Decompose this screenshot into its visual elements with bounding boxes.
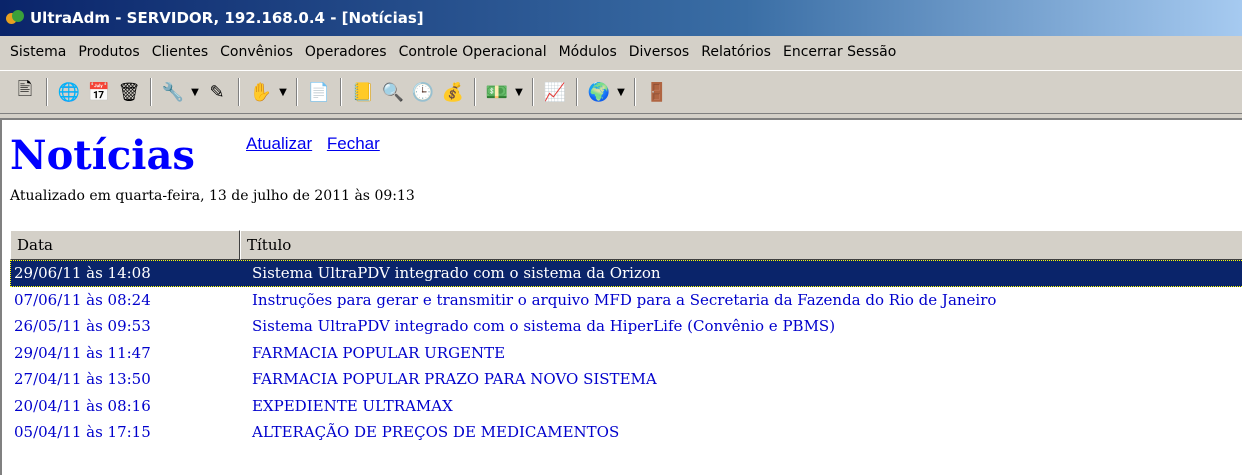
column-header-title[interactable]: Título bbox=[240, 230, 1242, 260]
table-row[interactable]: 26/05/11 às 09:53 Sistema UltraPDV integ… bbox=[10, 313, 1242, 340]
register-icon[interactable]: 🖹 bbox=[11, 78, 39, 106]
network-icon[interactable]: 🌍 bbox=[585, 78, 613, 106]
toolbar: 🖹 🌐 📅 🗑 🔧 ▼ ✎ ✋ ▼ 📄 📒 🔍 🕒 💰 💵 ▼ 📈 🌍 ▼ 🚪 bbox=[0, 70, 1242, 114]
trash-icon[interactable]: 🗑 bbox=[115, 78, 143, 106]
toolbar-separator bbox=[532, 78, 534, 106]
app-icon bbox=[6, 9, 24, 27]
window-title-bar[interactable]: UltraAdm - SERVIDOR, 192.168.0.4 - [Notí… bbox=[0, 0, 1242, 36]
cashier-icon[interactable]: 💰 bbox=[439, 78, 467, 106]
menu-modulos[interactable]: Módulos bbox=[553, 44, 623, 60]
toolbar-separator bbox=[296, 78, 298, 106]
menu-relatorios[interactable]: Relatórios bbox=[695, 44, 777, 60]
toolbar-separator bbox=[150, 78, 152, 106]
row-date: 29/06/11 às 14:08 bbox=[14, 264, 151, 283]
clock-icon[interactable]: 🕒 bbox=[409, 78, 437, 106]
money-icon[interactable]: 💵 bbox=[483, 78, 511, 106]
table-row[interactable]: 20/04/11 às 08:16 EXPEDIENTE ULTRAMAX bbox=[10, 393, 1242, 420]
toolbar-separator bbox=[340, 78, 342, 106]
menu-encerrar-sessao[interactable]: Encerrar Sessão bbox=[777, 44, 902, 60]
row-title: FARMACIA POPULAR URGENTE bbox=[252, 343, 506, 362]
toolbar-separator bbox=[634, 78, 636, 106]
menu-operadores[interactable]: Operadores bbox=[299, 44, 393, 60]
row-title: Sistema UltraPDV integrado com o sistema… bbox=[252, 264, 661, 283]
row-date: 29/04/11 às 11:47 bbox=[14, 343, 151, 362]
chevron-down-icon[interactable]: ▼ bbox=[512, 87, 526, 98]
edit-icon[interactable]: ✎ bbox=[203, 78, 231, 106]
toolbar-separator bbox=[576, 78, 578, 106]
menu-convenios[interactable]: Convênios bbox=[214, 44, 299, 60]
chart-icon[interactable]: 📈 bbox=[541, 78, 569, 106]
row-title: FARMACIA POPULAR PRAZO PARA NOVO SISTEMA bbox=[252, 370, 657, 389]
last-updated-text: Atualizado em quarta-feira, 13 de julho … bbox=[10, 188, 415, 204]
column-header-date[interactable]: Data bbox=[10, 230, 240, 260]
row-date: 05/04/11 às 17:15 bbox=[14, 423, 151, 442]
row-title: ALTERAÇÃO DE PREÇOS DE MEDICAMENTOS bbox=[252, 423, 620, 442]
row-title: Instruções para gerar e transmitir o arq… bbox=[252, 290, 997, 309]
news-table: Data Título 29/06/11 às 14:08 Sistema Ul… bbox=[10, 230, 1242, 446]
news-content-area: Notícias Atualizar Fechar Atualizado em … bbox=[0, 118, 1242, 475]
hand-icon[interactable]: ✋ bbox=[247, 78, 275, 106]
row-title: Sistema UltraPDV integrado com o sistema… bbox=[252, 317, 836, 336]
chevron-down-icon[interactable]: ▼ bbox=[614, 87, 628, 98]
chevron-down-icon[interactable]: ▼ bbox=[188, 87, 202, 98]
menu-sistema[interactable]: Sistema bbox=[4, 44, 72, 60]
search-icon[interactable]: 🔍 bbox=[379, 78, 407, 106]
table-row[interactable]: 05/04/11 às 17:15 ALTERAÇÃO DE PREÇOS DE… bbox=[10, 419, 1242, 446]
globe-icon[interactable]: 🌐 bbox=[55, 78, 83, 106]
row-date: 26/05/11 às 09:53 bbox=[14, 317, 151, 336]
row-date: 20/04/11 às 08:16 bbox=[14, 396, 151, 415]
tools-icon[interactable]: 🔧 bbox=[159, 78, 187, 106]
menu-diversos[interactable]: Diversos bbox=[623, 44, 695, 60]
menu-bar: Sistema Produtos Clientes Convênios Oper… bbox=[0, 36, 1242, 68]
menu-produtos[interactable]: Produtos bbox=[72, 44, 145, 60]
chevron-down-icon[interactable]: ▼ bbox=[276, 87, 290, 98]
document-icon[interactable]: 📄 bbox=[305, 78, 333, 106]
toolbar-separator bbox=[46, 78, 48, 106]
toolbar-separator bbox=[238, 78, 240, 106]
menu-clientes[interactable]: Clientes bbox=[146, 44, 214, 60]
exit-icon[interactable]: 🚪 bbox=[643, 78, 671, 106]
page-links: Atualizar Fechar bbox=[246, 134, 390, 154]
close-link[interactable]: Fechar bbox=[327, 134, 380, 153]
row-date: 07/06/11 às 08:24 bbox=[14, 290, 151, 309]
row-title: EXPEDIENTE ULTRAMAX bbox=[252, 396, 453, 415]
calendar-icon[interactable]: 📅 bbox=[85, 78, 113, 106]
table-header: Data Título bbox=[10, 230, 1242, 260]
table-row[interactable]: 07/06/11 às 08:24 Instruções para gerar … bbox=[10, 287, 1242, 314]
page-title: Notícias bbox=[10, 132, 195, 179]
table-row[interactable]: 29/04/11 às 11:47 FARMACIA POPULAR URGEN… bbox=[10, 340, 1242, 367]
window-title: UltraAdm - SERVIDOR, 192.168.0.4 - [Notí… bbox=[30, 9, 424, 27]
toolbar-separator bbox=[474, 78, 476, 106]
menu-controle-operacional[interactable]: Controle Operacional bbox=[393, 44, 553, 60]
table-row[interactable]: 27/04/11 às 13:50 FARMACIA POPULAR PRAZO… bbox=[10, 366, 1242, 393]
refresh-link[interactable]: Atualizar bbox=[246, 134, 312, 153]
table-row[interactable]: 29/06/11 às 14:08 Sistema UltraPDV integ… bbox=[10, 260, 1242, 287]
stamp-icon[interactable]: 📒 bbox=[349, 78, 377, 106]
row-date: 27/04/11 às 13:50 bbox=[14, 370, 151, 389]
